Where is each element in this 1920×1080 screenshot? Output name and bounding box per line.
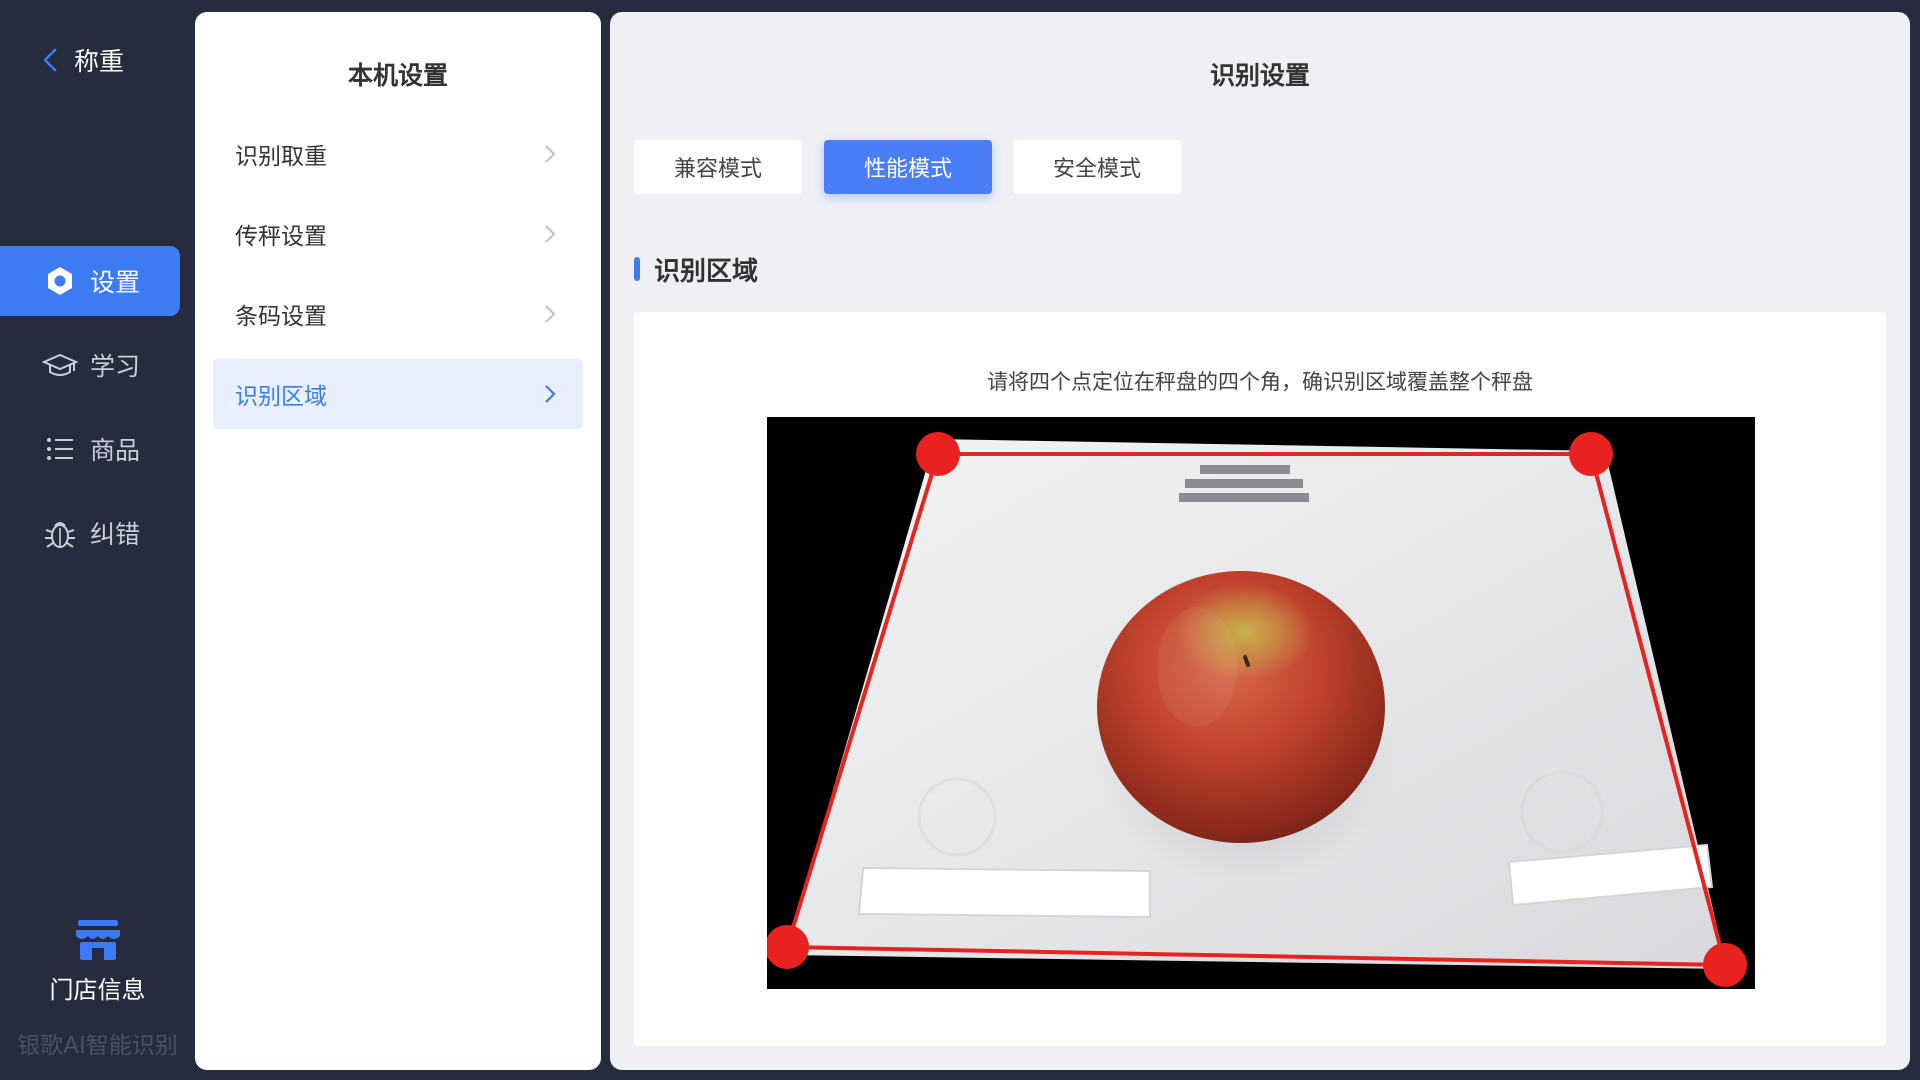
- settings-item-label: 条码设置: [235, 304, 327, 330]
- left-nav: 称重 设置 学习 商品 纠错 门店信息 银歌AI智能识别: [0, 0, 195, 1080]
- nav-item-learn[interactable]: 学习: [0, 330, 180, 400]
- store-info-button[interactable]: 门店信息: [0, 918, 195, 1005]
- brand-name: 银歌AI智能识别: [17, 1033, 178, 1059]
- graduation-cap-icon: [42, 347, 78, 383]
- corner-handle-top-left[interactable]: [916, 432, 960, 476]
- nav-item-products[interactable]: 商品: [0, 414, 180, 484]
- nav-item-label: 设置: [90, 268, 141, 297]
- chevron-left-icon: [43, 48, 57, 72]
- app-root: 称重 设置 学习 商品 纠错 门店信息 银歌AI智能识别 本机设置 识别取重 传…: [0, 0, 1920, 1080]
- section-marker: [634, 257, 640, 281]
- corner-handle-top-right[interactable]: [1569, 432, 1613, 476]
- settings-panel: 本机设置 识别取重 传秤设置 条码设置 识别区域: [195, 12, 601, 1070]
- section-title: 识别区域: [654, 256, 759, 287]
- nav-item-label: 纠错: [90, 520, 141, 549]
- camera-preview[interactable]: [765, 417, 1755, 989]
- chevron-right-icon: [545, 385, 556, 403]
- tray-label-left: [857, 866, 1151, 919]
- page-title: 识别设置: [1209, 61, 1310, 90]
- chevron-right-icon: [545, 305, 556, 323]
- corner-handle-bottom-left[interactable]: [765, 925, 809, 969]
- recognition-area-card: 请将四个点定位在秤盘的四个角，确识别区域覆盖整个秤盘: [634, 312, 1886, 1046]
- nav-item-label: 商品: [90, 436, 141, 465]
- store-icon: [75, 920, 120, 960]
- store-info-label: 门店信息: [49, 976, 146, 1004]
- mode-compatible-button[interactable]: 兼容模式: [634, 140, 802, 194]
- nav-item-label: 学习: [90, 352, 141, 381]
- mode-safe-button[interactable]: 安全模式: [1013, 140, 1181, 194]
- corner-handle-bottom-right[interactable]: [1703, 943, 1747, 987]
- chevron-right-icon: [545, 225, 556, 243]
- settings-panel-title: 本机设置: [347, 61, 448, 90]
- back-label: 称重: [74, 47, 125, 76]
- mode-performance-button[interactable]: 性能模式: [824, 140, 992, 194]
- settings-item-recognition-area[interactable]: 识别区域: [213, 359, 583, 429]
- chevron-right-icon: [545, 145, 556, 163]
- gear-icon: [42, 263, 78, 299]
- list-icon: [42, 431, 78, 467]
- settings-item-label: 传秤设置: [235, 224, 327, 250]
- camera-frame: [765, 432, 1747, 987]
- settings-item-barcode[interactable]: 条码设置: [213, 279, 583, 349]
- back-button[interactable]: 称重: [38, 42, 124, 78]
- section-header: 识别区域: [634, 252, 759, 287]
- nav-item-correction[interactable]: 纠错: [0, 498, 180, 568]
- settings-item-scale-transfer[interactable]: 传秤设置: [213, 199, 583, 269]
- nav-item-settings[interactable]: 设置: [0, 246, 180, 316]
- settings-item-label: 识别区域: [235, 384, 327, 410]
- bug-icon: [42, 515, 78, 551]
- apple-image: [1097, 571, 1385, 843]
- recognition-settings-panel: 识别设置 兼容模式 性能模式 安全模式 识别区域 请将四个点定位在秤盘的四个角，…: [610, 12, 1910, 1070]
- settings-item-recognition-weight[interactable]: 识别取重: [213, 119, 583, 189]
- settings-item-label: 识别取重: [235, 144, 327, 170]
- instruction-text: 请将四个点定位在秤盘的四个角，确识别区域覆盖整个秤盘: [987, 370, 1533, 394]
